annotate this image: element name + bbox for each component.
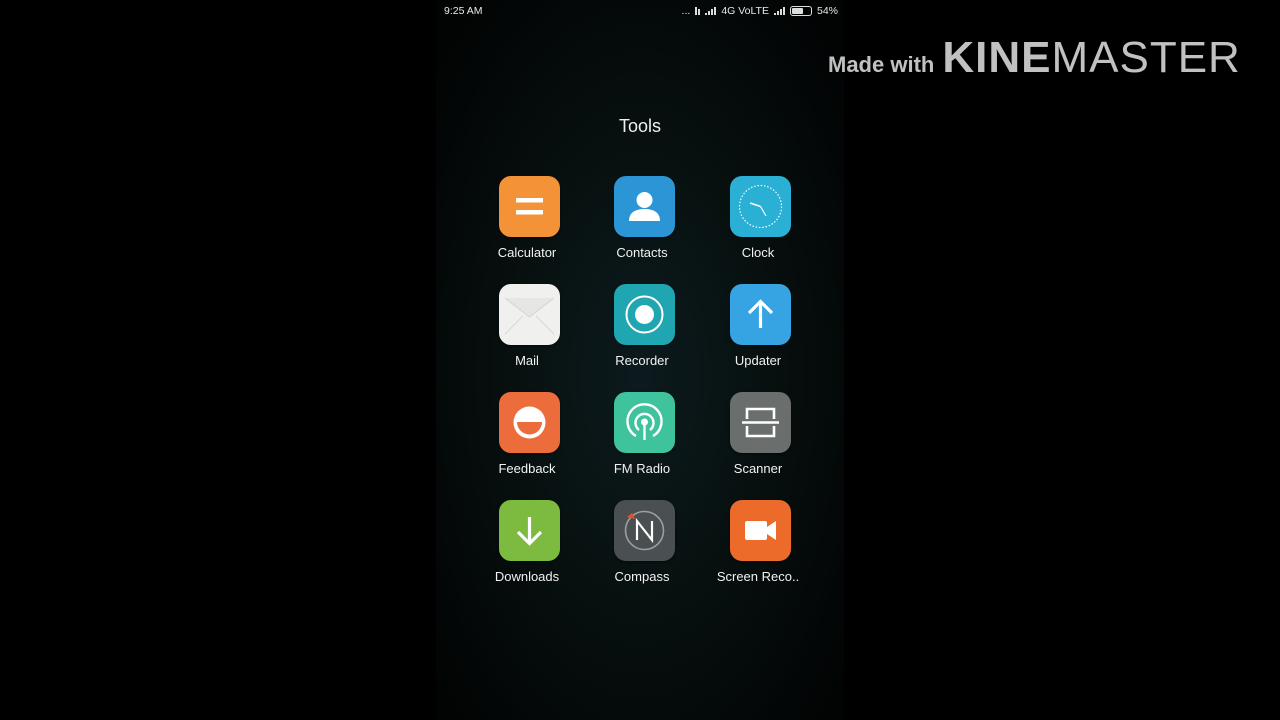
app-screen-recorder[interactable]: Screen Reco.. [700, 500, 816, 600]
app-label: Calculator [497, 245, 557, 260]
app-label: Compass [614, 569, 670, 584]
app-label: Screen Reco.. [716, 569, 800, 584]
app-label: Downloads [494, 569, 560, 584]
app-feedback[interactable]: Feedback [469, 392, 585, 492]
updater-icon [730, 284, 791, 345]
clock-icon [730, 176, 791, 237]
screen-recorder-icon [730, 500, 791, 561]
watermark-brand-light: MASTER [1051, 33, 1241, 82]
app-label: Mail [515, 353, 539, 368]
compass-icon [614, 500, 675, 561]
mail-icon [499, 284, 560, 345]
watermark-brand-bold: KINE [942, 33, 1052, 82]
app-label: Scanner [733, 461, 783, 476]
app-recorder[interactable]: Recorder [584, 284, 700, 384]
phone-screen: 9:25 AM ... 4G VoLTE 54% Tools Calculato… [436, 0, 844, 720]
app-label: Contacts [616, 245, 668, 260]
screen: 9:25 AM ... 4G VoLTE 54% Tools Calculato… [0, 0, 1280, 720]
app-label: Recorder [615, 353, 669, 368]
scanner-icon [730, 392, 791, 453]
app-updater[interactable]: Updater [700, 284, 816, 384]
calculator-icon [499, 176, 560, 237]
watermark-made-with: Made with [828, 52, 935, 77]
app-clock[interactable]: Clock [700, 176, 816, 276]
app-contacts[interactable]: Contacts [584, 176, 700, 276]
contacts-icon [614, 176, 675, 237]
app-compass[interactable]: Compass [584, 500, 700, 600]
app-downloads[interactable]: Downloads [469, 500, 585, 600]
app-scanner[interactable]: Scanner [700, 392, 816, 492]
app-label: Feedback [498, 461, 556, 476]
downloads-icon [499, 500, 560, 561]
app-label: FM Radio [613, 461, 671, 476]
app-label: Updater [734, 353, 782, 368]
app-mail[interactable]: Mail [469, 284, 585, 384]
kinemaster-watermark: Made with KINE MASTER [828, 33, 1241, 82]
feedback-icon [499, 392, 560, 453]
app-grid: Calculator Contacts Clock Mail Recorder … [436, 0, 844, 720]
recorder-icon [614, 284, 675, 345]
app-fm-radio[interactable]: FM Radio [584, 392, 700, 492]
app-label: Clock [741, 245, 775, 260]
app-calculator[interactable]: Calculator [469, 176, 585, 276]
fm-radio-icon [614, 392, 675, 453]
